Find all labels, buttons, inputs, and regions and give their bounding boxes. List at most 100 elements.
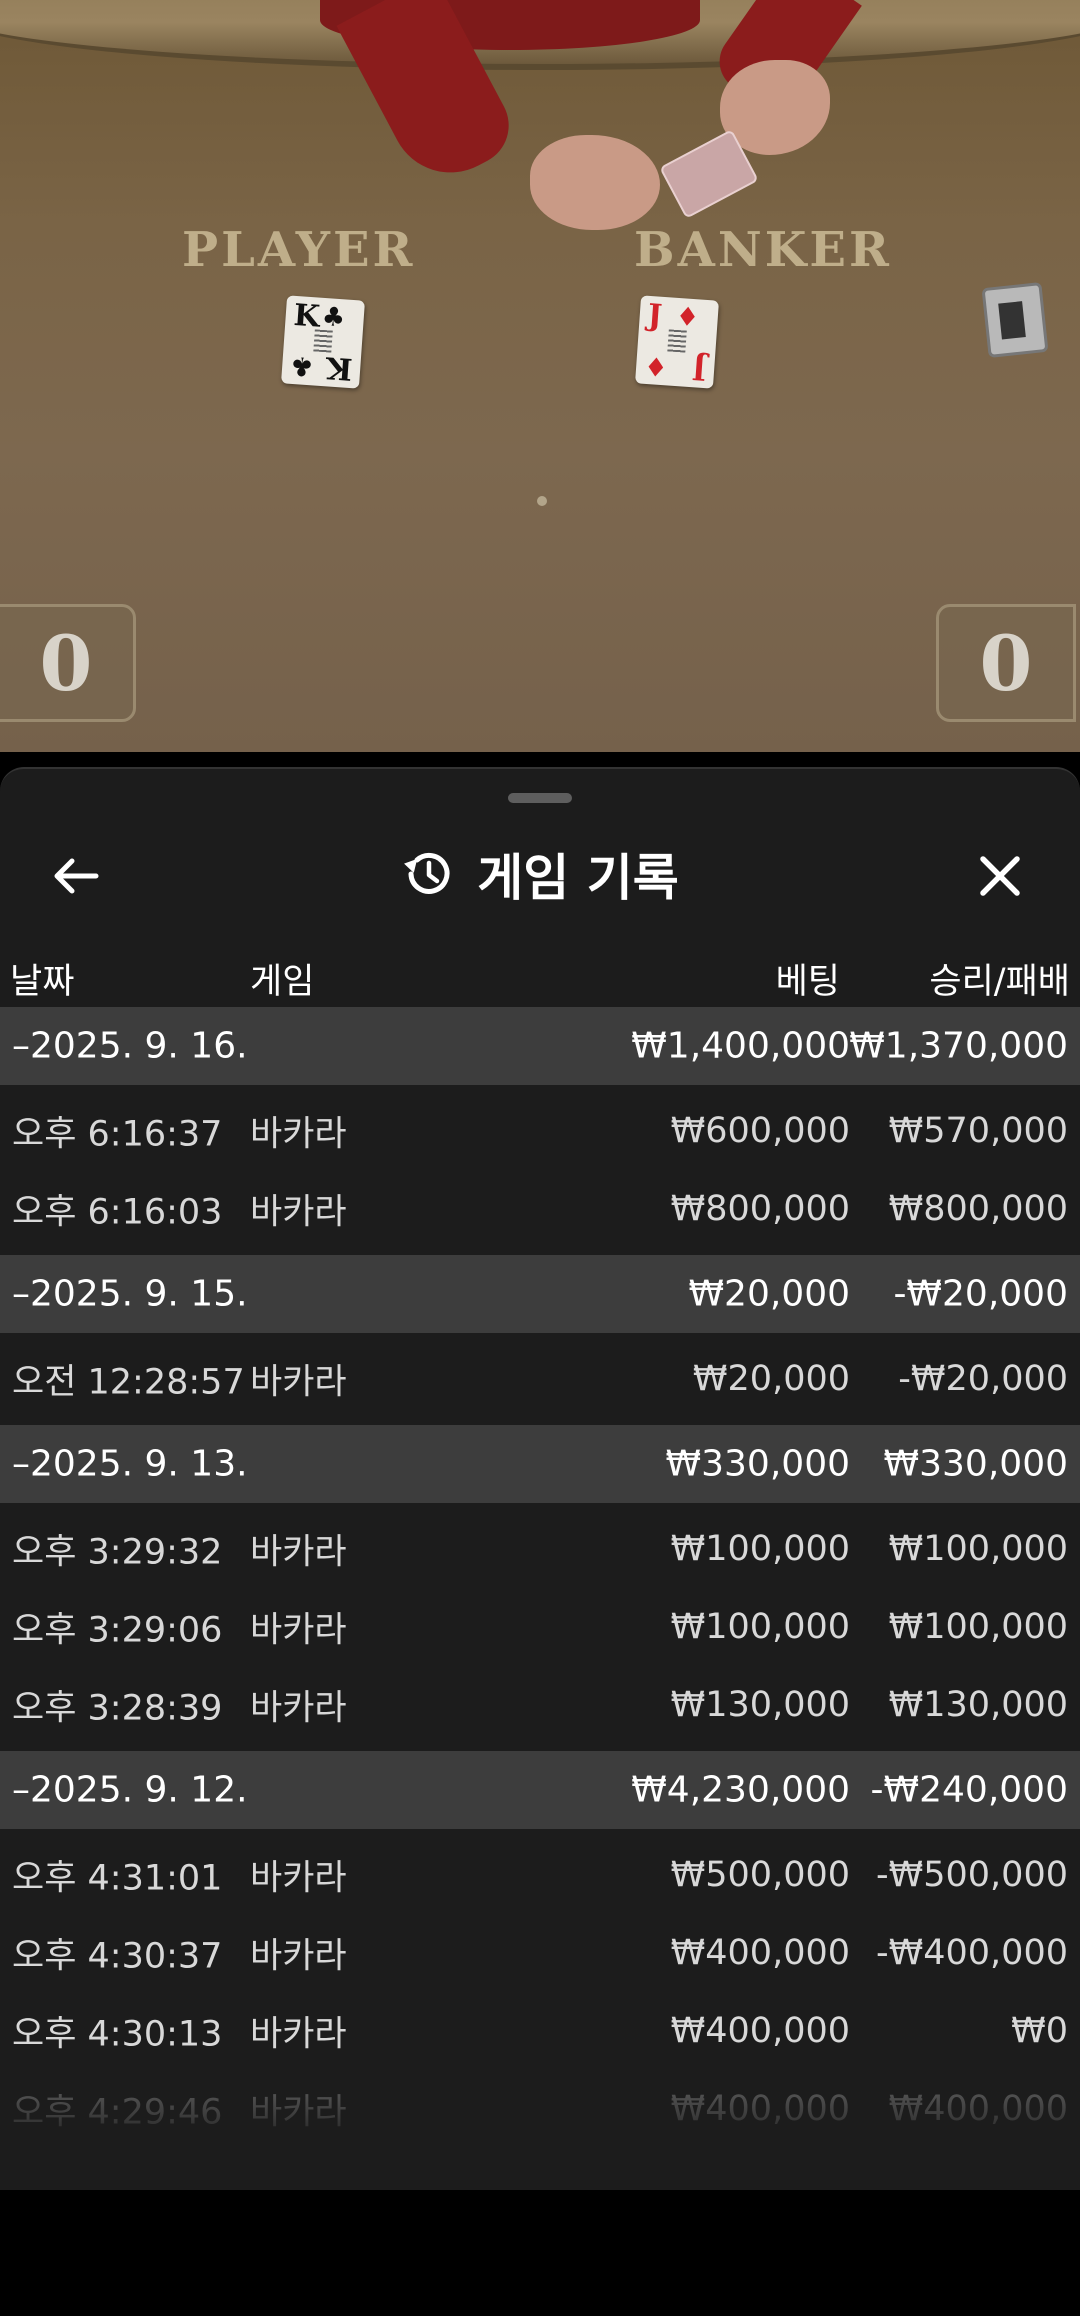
player-card: K ♣ ♣ K [281,295,365,389]
row-win-loss: ₩400,000 [888,2089,1068,2129]
group-bet-total: ₩20,000 [688,1273,850,1315]
row-time: 오후 3:28:39 [12,1688,223,1729]
row-game: 바카라 [250,1362,347,1403]
group-date: –2025. 9. 12. [12,1769,248,1811]
diamond-suit-icon: ♦ [643,349,669,382]
row-win-loss: -₩500,000 [876,1855,1068,1895]
row-win-loss: -₩400,000 [876,1933,1068,1973]
row-bet: ₩100,000 [670,1607,850,1647]
club-suit-icon: ♣ [289,349,315,382]
row-bet: ₩500,000 [670,1855,850,1895]
row-game: 바카라 [250,2014,347,2055]
row-game: 바카라 [250,1114,347,1155]
game-row[interactable]: 오후 4:31:01 바카라 ₩500,000 -₩500,000 [0,1836,1080,1914]
date-group-row[interactable]: –2025. 9. 16. ₩1,400,000 ₩1,370,000 [0,1007,1080,1085]
row-time: 오후 6:16:03 [12,1192,223,1233]
column-header-win-loss: 승리/패배 [929,962,1070,1002]
history-list: –2025. 9. 16. ₩1,400,000 ₩1,370,000 오후 6… [0,1007,1080,2148]
group-date: –2025. 9. 16. [12,1025,248,1067]
row-bet: ₩600,000 [670,1111,850,1151]
banker-label: BANKER [634,222,892,278]
row-game: 바카라 [250,1532,347,1573]
column-header-bet: 베팅 [775,962,840,1002]
row-game: 바카라 [250,1858,347,1899]
table-center-dot [537,496,547,506]
club-suit-icon: ♣ [320,301,347,334]
game-row[interactable]: 오후 4:30:37 바카라 ₩400,000 -₩400,000 [0,1914,1080,1992]
row-bet: ₩400,000 [670,2089,850,2129]
row-bet: ₩100,000 [670,1529,850,1569]
card-center-graphic [667,329,687,353]
card-rank: K [324,349,354,387]
group-date: –2025. 9. 15. [12,1273,248,1315]
player-score: 0 [0,604,136,722]
sheet-drag-handle[interactable] [508,793,572,803]
row-game: 바카라 [250,2092,347,2133]
banker-card: J ♦ ♦ J [635,295,719,389]
game-row[interactable]: 오후 4:29:46 바카라 ₩400,000 ₩400,000 [0,2070,1080,2148]
banker-score: 0 [936,604,1076,722]
group-win-total: -₩240,000 [870,1769,1068,1811]
group-win-total: ₩1,370,000 [849,1025,1068,1067]
group-date: –2025. 9. 13. [12,1443,248,1485]
row-time: 오후 3:29:06 [12,1610,223,1651]
column-header-date: 날짜 [10,962,75,1002]
live-video-feed: PLAYER BANKER K ♣ ♣ K J ♦ ♦ J 0 0 [0,0,1080,752]
row-bet: ₩130,000 [670,1685,850,1725]
column-headers: 날짜 게임 베팅 승리/패배 [0,937,1080,1011]
row-win-loss: ₩800,000 [888,1189,1068,1229]
row-game: 바카라 [250,1192,347,1233]
row-game: 바카라 [250,1610,347,1651]
row-game: 바카라 [250,1688,347,1729]
sheet-header: 게임 기록 [0,819,1080,929]
row-win-loss: ₩130,000 [888,1685,1068,1725]
group-win-total: -₩20,000 [893,1273,1068,1315]
row-bet: ₩400,000 [670,1933,850,1973]
row-time: 오후 4:31:01 [12,1858,223,1899]
game-row[interactable]: 오전 12:28:57 바카라 ₩20,000 -₩20,000 [0,1340,1080,1418]
row-bet: ₩400,000 [670,2011,850,2051]
row-time: 오후 4:29:46 [12,2092,223,2133]
game-row[interactable]: 오후 3:29:32 바카라 ₩100,000 ₩100,000 [0,1510,1080,1588]
game-history-sheet: 게임 기록 날짜 게임 베팅 승리/패배 –2025. 9. 16. ₩1,40… [0,767,1080,2190]
game-row[interactable]: 오후 6:16:37 바카라 ₩600,000 ₩570,000 [0,1092,1080,1170]
row-time: 오후 4:30:37 [12,1936,223,1977]
card-rank: J [646,297,664,334]
game-row[interactable]: 오후 6:16:03 바카라 ₩800,000 ₩800,000 [0,1170,1080,1248]
row-time: 오전 12:28:57 [12,1362,245,1403]
game-row[interactable]: 오후 4:30:13 바카라 ₩400,000 ₩0 [0,1992,1080,2070]
row-game: 바카라 [250,1936,347,1977]
row-win-loss: ₩100,000 [888,1607,1068,1647]
date-group-row[interactable]: –2025. 9. 13. ₩330,000 ₩330,000 [0,1425,1080,1503]
dealer-hand [530,135,660,230]
bottom-black-bar [0,2190,1080,2316]
group-bet-total: ₩330,000 [665,1443,850,1485]
row-win-loss: ₩0 [1011,2011,1068,2051]
card-shoe [981,282,1049,358]
group-bet-total: ₩4,230,000 [631,1769,850,1811]
diamond-suit-icon: ♦ [674,301,701,334]
arrow-left-icon [54,858,99,894]
column-header-game: 게임 [250,962,315,1002]
group-bet-total: ₩1,400,000 [631,1025,850,1067]
close-icon [980,856,1020,896]
game-row[interactable]: 오후 3:29:06 바카라 ₩100,000 ₩100,000 [0,1588,1080,1666]
history-icon [404,852,450,894]
sheet-title: 게임 기록 [477,849,679,907]
row-time: 오후 6:16:37 [12,1114,223,1155]
close-button[interactable] [960,841,1040,911]
row-bet: ₩800,000 [670,1189,850,1229]
date-group-row[interactable]: –2025. 9. 15. ₩20,000 -₩20,000 [0,1255,1080,1333]
row-win-loss: -₩20,000 [898,1359,1068,1399]
date-group-row[interactable]: –2025. 9. 12. ₩4,230,000 -₩240,000 [0,1751,1080,1829]
row-win-loss: ₩570,000 [888,1111,1068,1151]
group-win-total: ₩330,000 [883,1443,1068,1485]
row-bet: ₩20,000 [692,1359,850,1399]
back-button[interactable] [36,841,116,911]
player-label: PLAYER [182,222,416,278]
row-win-loss: ₩100,000 [888,1529,1068,1569]
game-row[interactable]: 오후 3:28:39 바카라 ₩130,000 ₩130,000 [0,1666,1080,1744]
row-time: 오후 4:30:13 [12,2014,223,2055]
row-time: 오후 3:29:32 [12,1532,223,1573]
card-rank: J [690,350,708,387]
